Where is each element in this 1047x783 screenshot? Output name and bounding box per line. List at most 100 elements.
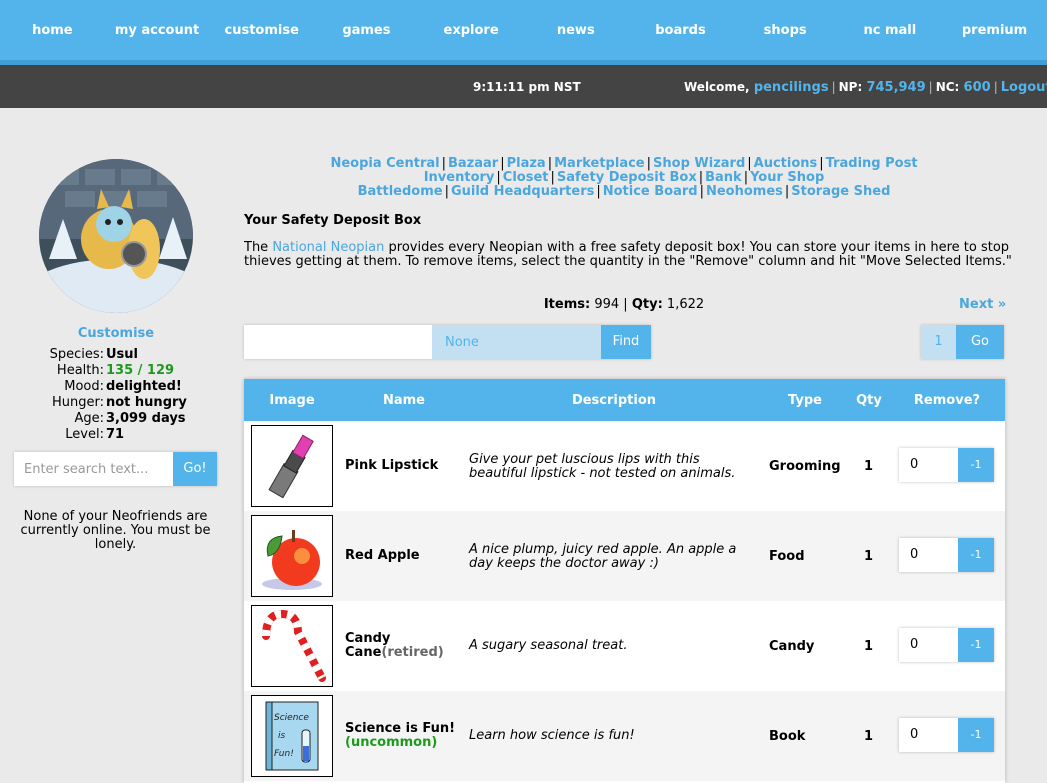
item-type: Grooming bbox=[769, 459, 841, 474]
nav-home[interactable]: home bbox=[0, 23, 105, 38]
nav-premium[interactable]: premium bbox=[942, 23, 1047, 38]
link-notice-board[interactable]: Notice Board bbox=[603, 184, 698, 199]
item-qty: 1 bbox=[864, 639, 874, 654]
header-description: Description bbox=[571, 393, 657, 408]
link-closet[interactable]: Closet bbox=[503, 170, 549, 185]
welcome-area: Welcome, pencilings | NP: 745,949 | NC: 600 |… bbox=[684, 80, 1047, 95]
link-your-shop[interactable]: Your Shop bbox=[750, 170, 824, 185]
remove-stepper: 0 -1 bbox=[899, 538, 994, 572]
nav-news[interactable]: news bbox=[523, 23, 628, 38]
mood-value: delighted! bbox=[106, 379, 182, 394]
retired-tag: (retired) bbox=[381, 645, 444, 660]
pink-lipstick-image[interactable] bbox=[251, 425, 333, 507]
find-button[interactable]: Find bbox=[601, 325, 651, 359]
link-bank[interactable]: Bank bbox=[705, 170, 742, 185]
logout-link[interactable]: Logout bbox=[1001, 80, 1047, 95]
book-cover-word-2: is bbox=[278, 731, 286, 741]
candy-cane-image[interactable] bbox=[251, 605, 333, 687]
link-safety-deposit-box[interactable]: Safety Deposit Box bbox=[557, 170, 697, 185]
item-type: Candy bbox=[769, 639, 815, 654]
link-neopia-central[interactable]: Neopia Central bbox=[330, 156, 439, 171]
link-bazaar[interactable]: Bazaar bbox=[448, 156, 498, 171]
page-jump: 1 Go bbox=[921, 325, 1004, 359]
nav-nc-mall[interactable]: nc mall bbox=[838, 23, 943, 38]
sdb-search-bar: None Find bbox=[244, 325, 651, 359]
nav-my-account[interactable]: my account bbox=[105, 23, 210, 38]
header-name: Name bbox=[382, 393, 425, 408]
item-description: A nice plump, juicy red apple. An apple … bbox=[469, 542, 737, 571]
table-row: Candy Cane(retired) A sugary seasonal tr… bbox=[244, 601, 1005, 691]
category-select[interactable]: None bbox=[432, 325, 601, 359]
decrement-button[interactable]: -1 bbox=[958, 448, 994, 482]
decrement-button[interactable]: -1 bbox=[958, 628, 994, 662]
species-value: Usul bbox=[106, 347, 139, 362]
link-guild-headquarters[interactable]: Guild Headquarters bbox=[451, 184, 594, 199]
sidebar-search-button[interactable]: Go! bbox=[173, 452, 217, 486]
link-inventory[interactable]: Inventory bbox=[424, 170, 495, 185]
nc-label: NC: bbox=[935, 80, 960, 94]
link-storage-shed[interactable]: Storage Shed bbox=[791, 184, 890, 199]
nav-explore[interactable]: explore bbox=[419, 23, 524, 38]
sidebar-search-input[interactable]: Enter search text... bbox=[14, 452, 173, 486]
username-link[interactable]: pencilings bbox=[754, 80, 829, 95]
nav-shops[interactable]: shops bbox=[733, 23, 838, 38]
item-qty: 1 bbox=[864, 549, 874, 564]
items-table: Image Name Description Type Qty Remove? … bbox=[244, 379, 1005, 783]
red-apple-image[interactable] bbox=[251, 515, 333, 597]
remove-qty-input[interactable]: 0 bbox=[899, 448, 958, 482]
top-nav: home my account customise games explore … bbox=[0, 0, 1047, 65]
items-label: Items: bbox=[543, 297, 591, 312]
item-qty: 1 bbox=[864, 459, 874, 474]
table-header: Image Name Description Type Qty Remove? bbox=[244, 379, 1005, 421]
remove-qty-input[interactable]: 0 bbox=[899, 628, 958, 662]
nst-clock: 9:11:11 pm NST bbox=[473, 80, 581, 94]
decrement-button[interactable]: -1 bbox=[958, 538, 994, 572]
qty-label: Qty: bbox=[631, 297, 663, 312]
link-shop-wizard[interactable]: Shop Wizard bbox=[653, 156, 745, 171]
go-button[interactable]: Go bbox=[956, 325, 1004, 359]
remove-qty-input[interactable]: 0 bbox=[899, 538, 958, 572]
link-battledome[interactable]: Battledome bbox=[358, 184, 443, 199]
link-trading-post[interactable]: Trading Post bbox=[826, 156, 918, 171]
remove-stepper: 0 -1 bbox=[899, 628, 994, 662]
np-value-link[interactable]: 745,949 bbox=[866, 80, 925, 95]
health-value: 135 / 129 bbox=[106, 363, 175, 378]
item-name: Red Apple bbox=[345, 548, 420, 563]
np-label: NP: bbox=[838, 80, 863, 94]
next-page-link[interactable]: Next » bbox=[959, 297, 1006, 312]
header-qty: Qty bbox=[856, 393, 882, 408]
page-title: Your Safety Deposit Box bbox=[244, 213, 422, 228]
item-type: Book bbox=[769, 729, 806, 744]
science-book-image[interactable]: Science is Fun! bbox=[251, 695, 333, 777]
age-value: 3,099 days bbox=[106, 411, 186, 426]
link-auctions[interactable]: Auctions bbox=[754, 156, 818, 171]
link-marketplace[interactable]: Marketplace bbox=[554, 156, 645, 171]
remove-qty-input[interactable]: 0 bbox=[899, 718, 958, 752]
intro-pre: The bbox=[244, 240, 273, 255]
item-description: Learn how science is fun! bbox=[469, 728, 635, 743]
nav-boards[interactable]: boards bbox=[628, 23, 733, 38]
hunger-value: not hungry bbox=[106, 395, 187, 410]
link-plaza[interactable]: Plaza bbox=[507, 156, 546, 171]
level-label: Level: bbox=[65, 427, 104, 442]
age-label: Age: bbox=[74, 411, 104, 426]
pet-avatar[interactable] bbox=[39, 159, 193, 313]
nav-customise[interactable]: customise bbox=[209, 23, 314, 38]
nav-games[interactable]: games bbox=[314, 23, 419, 38]
page-number-input[interactable]: 1 bbox=[921, 325, 956, 359]
national-neopian-link[interactable]: National Neopian bbox=[272, 240, 384, 255]
customise-link[interactable]: Customise bbox=[40, 326, 192, 341]
items-value: 994 bbox=[594, 297, 620, 312]
decrement-button[interactable]: -1 bbox=[958, 718, 994, 752]
table-row: Pink Lipstick Give your pet luscious lip… bbox=[244, 421, 1005, 511]
welcome-label: Welcome, bbox=[684, 80, 750, 94]
nc-value-link[interactable]: 600 bbox=[964, 80, 991, 95]
remove-stepper: 0 -1 bbox=[899, 448, 994, 482]
sdb-search-input[interactable] bbox=[244, 325, 432, 359]
qty-value: 1,622 bbox=[666, 297, 705, 312]
link-neohomes[interactable]: Neohomes bbox=[706, 184, 783, 199]
item-description: Give your pet luscious lips with this be… bbox=[469, 452, 736, 481]
header-type: Type bbox=[788, 393, 822, 408]
item-name: Candy Cane(retired) bbox=[345, 631, 444, 660]
remove-stepper: 0 -1 bbox=[899, 718, 994, 752]
